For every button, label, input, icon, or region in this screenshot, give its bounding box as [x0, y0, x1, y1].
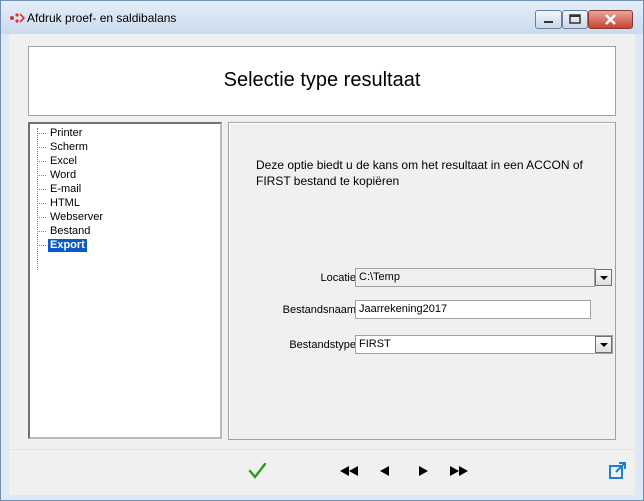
window-title: Afdruk proef- en saldibalans: [27, 11, 177, 25]
locatie-dropdown-button[interactable]: [595, 269, 612, 286]
bestandstype-label: Bestandstype: [289, 339, 356, 351]
page-title: Selectie type resultaat: [223, 69, 421, 91]
next-icon: [419, 466, 428, 476]
chevron-down-icon: [600, 343, 608, 347]
tree-item-word[interactable]: Word: [32, 169, 78, 182]
bestandstype-dropdown-button[interactable]: [595, 336, 612, 353]
chevron-down-icon: [600, 276, 608, 280]
header-panel: Selectie type resultaat: [28, 46, 616, 116]
tree-item-export[interactable]: Export: [32, 238, 88, 253]
open-external-icon: [609, 462, 626, 479]
previous-record-button[interactable]: [372, 459, 398, 483]
tree-item-printer[interactable]: Printer: [32, 127, 84, 140]
maximize-button[interactable]: [562, 10, 588, 29]
next-record-button[interactable]: [410, 459, 436, 483]
tree-item-html[interactable]: HTML: [32, 197, 82, 210]
tree-item-email[interactable]: E-mail: [32, 183, 83, 196]
client-area: Selectie type resultaat Printer Scherm E…: [9, 34, 635, 495]
locatie-label: Locatie: [320, 272, 356, 284]
last-icon: [450, 466, 468, 476]
close-button[interactable]: [588, 10, 633, 29]
content-panel: Deze optie biedt u de kans om het result…: [228, 122, 616, 440]
locatie-field[interactable]: C:\Temp: [355, 268, 595, 287]
close-icon: [605, 14, 616, 25]
previous-icon: [380, 466, 389, 476]
first-icon: [340, 466, 358, 476]
maximize-icon: [569, 14, 581, 24]
confirm-button[interactable]: [245, 459, 271, 483]
bestandsnaam-label: Bestandsnaam: [282, 304, 356, 316]
minimize-button[interactable]: [535, 10, 562, 29]
option-description: Deze optie biedt u de kans om het result…: [256, 158, 583, 188]
tree-item-scherm[interactable]: Scherm: [32, 141, 90, 154]
open-external-button[interactable]: [605, 459, 631, 483]
minimize-icon: [544, 21, 553, 23]
bottom-toolbar: [9, 449, 635, 495]
tree-item-excel[interactable]: Excel: [32, 155, 79, 168]
check-icon: [248, 462, 267, 479]
app-icon: [10, 13, 25, 23]
tree-item-webserver[interactable]: Webserver: [32, 211, 105, 224]
first-record-button[interactable]: [336, 459, 362, 483]
bestandstype-select[interactable]: FIRST: [355, 335, 613, 354]
window: Afdruk proef- en saldibalans Selectie ty…: [0, 0, 644, 501]
title-bar[interactable]: Afdruk proef- en saldibalans: [1, 1, 643, 34]
tree-item-bestand[interactable]: Bestand: [32, 225, 92, 238]
output-type-tree[interactable]: Printer Scherm Excel Word E-mail HTML We…: [28, 122, 222, 439]
bestandsnaam-input[interactable]: Jaarrekening2017: [355, 300, 591, 319]
last-record-button[interactable]: [446, 459, 472, 483]
